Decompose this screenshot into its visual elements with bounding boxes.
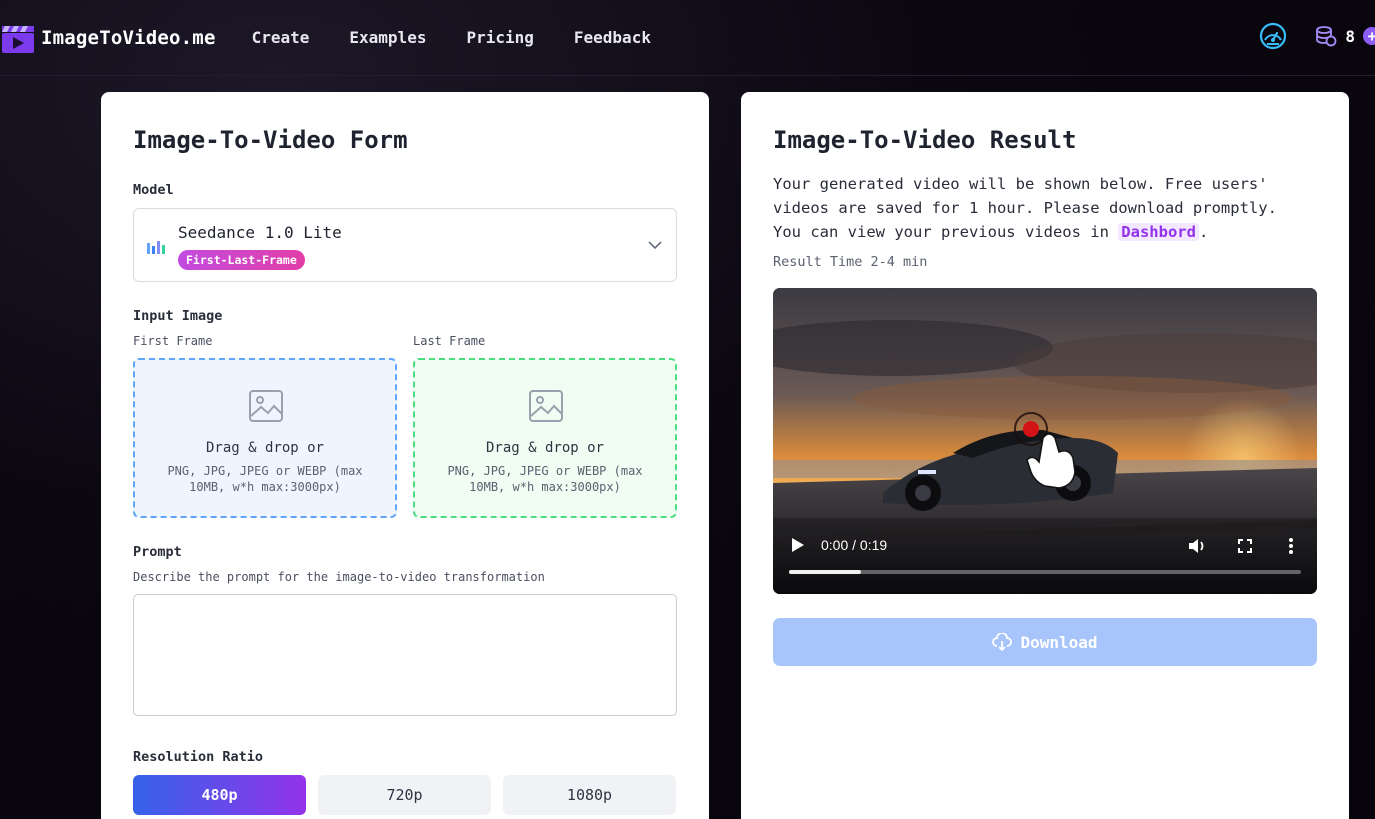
nav-create[interactable]: Create bbox=[252, 28, 310, 47]
last-frame-dropzone[interactable]: Drag & drop or PNG, JPG, JPEG or WEBP (m… bbox=[413, 358, 677, 518]
image-icon bbox=[529, 390, 563, 422]
download-label: Download bbox=[1020, 632, 1098, 652]
drop-hint: PNG, JPG, JPEG or WEBP (max 10MB, w*h ma… bbox=[447, 464, 643, 494]
image-to-video-result-card: Image-To-Video Result Your generated vid… bbox=[741, 92, 1349, 819]
play-icon[interactable] bbox=[791, 537, 805, 553]
resolution-720p-button[interactable]: 720p bbox=[318, 775, 491, 815]
clapperboard-icon bbox=[2, 25, 34, 53]
drop-title: Drag & drop or bbox=[205, 440, 324, 456]
image-icon bbox=[249, 390, 283, 422]
resolution-480p-button[interactable]: 480p bbox=[133, 775, 306, 815]
model-name: Seedance 1.0 Lite bbox=[178, 223, 342, 242]
top-navbar: ImageToVideo.me Create Examples Pricing … bbox=[0, 0, 1375, 76]
drop-hint: PNG, JPG, JPEG or WEBP (max 10MB, w*h ma… bbox=[167, 464, 363, 494]
last-frame-label: Last Frame bbox=[413, 334, 486, 348]
resolution-label: Resolution Ratio bbox=[133, 749, 264, 765]
model-label: Model bbox=[133, 182, 174, 198]
dashboard-link[interactable]: Dashbord bbox=[1118, 223, 1199, 241]
resolution-1080p-button[interactable]: 1080p bbox=[503, 775, 676, 815]
download-button[interactable]: Download bbox=[773, 618, 1317, 666]
coins-icon bbox=[1316, 26, 1337, 47]
volume-icon[interactable] bbox=[1187, 536, 1207, 556]
model-badge: First-Last-Frame bbox=[178, 250, 305, 270]
input-image-label: Input Image bbox=[133, 308, 223, 324]
nav-examples[interactable]: Examples bbox=[349, 28, 426, 47]
model-select[interactable]: Seedance 1.0 Lite First-Last-Frame bbox=[133, 208, 677, 282]
nav-pricing[interactable]: Pricing bbox=[466, 28, 533, 47]
drop-title: Drag & drop or bbox=[485, 440, 604, 456]
result-description-end: . bbox=[1198, 223, 1209, 241]
add-credits-button[interactable]: + bbox=[1363, 27, 1375, 45]
video-progress-fill bbox=[789, 570, 861, 574]
credit-count: 8 bbox=[1345, 26, 1355, 46]
prompt-description: Describe the prompt for the image-to-vid… bbox=[133, 570, 545, 584]
video-player[interactable]: 0:00 / 0:19 bbox=[773, 288, 1317, 594]
prompt-label: Prompt bbox=[133, 544, 182, 560]
brand-logo[interactable]: ImageToVideo.me bbox=[0, 21, 216, 55]
image-to-video-form-card: Image-To-Video Form Model Seedance 1.0 L… bbox=[101, 92, 709, 819]
brand-name: ImageToVideo.me bbox=[41, 26, 216, 49]
video-progress-bar[interactable] bbox=[789, 570, 1301, 574]
first-frame-label: First Frame bbox=[133, 334, 213, 348]
form-title: Image-To-Video Form bbox=[133, 126, 408, 154]
chevron-down-icon bbox=[648, 241, 662, 250]
nav-feedback[interactable]: Feedback bbox=[574, 28, 651, 47]
prompt-textarea[interactable] bbox=[133, 594, 677, 716]
model-bars-icon bbox=[147, 241, 165, 254]
cloud-download-icon bbox=[992, 633, 1013, 651]
more-options-icon[interactable] bbox=[1287, 536, 1295, 556]
result-title: Image-To-Video Result bbox=[773, 126, 1077, 154]
video-time: 0:00 / 0:19 bbox=[821, 537, 888, 553]
result-description: Your generated video will be shown below… bbox=[773, 172, 1303, 244]
dashboard-gauge-icon[interactable] bbox=[1259, 22, 1287, 50]
fullscreen-icon[interactable] bbox=[1235, 536, 1255, 556]
first-frame-dropzone[interactable]: Drag & drop or PNG, JPG, JPEG or WEBP (m… bbox=[133, 358, 397, 518]
result-time-note: Result Time 2-4 min bbox=[773, 254, 928, 270]
